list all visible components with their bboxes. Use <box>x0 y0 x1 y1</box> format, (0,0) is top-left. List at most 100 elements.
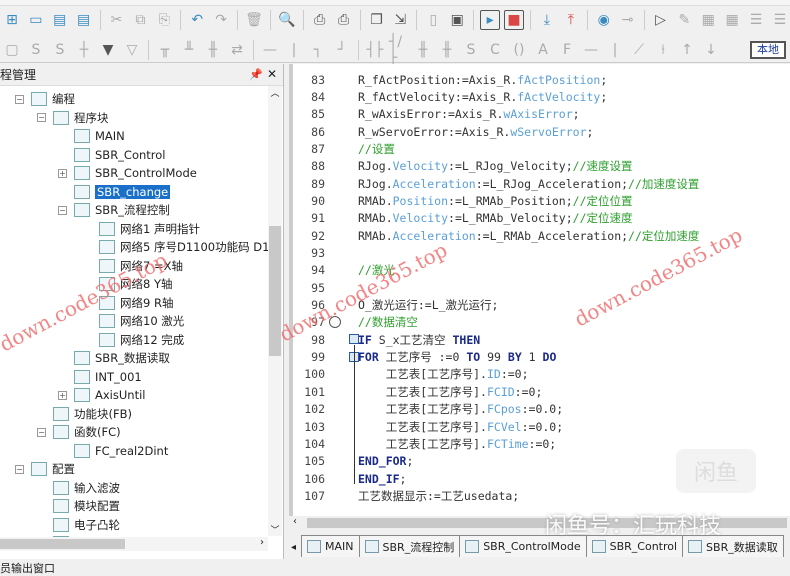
edit-online-icon[interactable]: ▷ <box>651 10 671 30</box>
run-icon[interactable]: ▸ <box>480 10 501 30</box>
tree-horizontal-scrollbar[interactable]: › <box>0 537 268 551</box>
window-icon[interactable]: ❐ <box>367 10 387 30</box>
contact-p-icon[interactable]: ╫ <box>413 40 433 60</box>
tree-item[interactable]: 网络12 完成 <box>99 331 184 349</box>
tree-item[interactable]: SBR_数据读取 <box>74 349 170 367</box>
contact-c-icon[interactable]: C <box>485 40 505 60</box>
align-icon[interactable]: ☰ <box>746 10 766 30</box>
search-icon[interactable]: 🔍 <box>277 10 297 30</box>
tree-item[interactable]: 网络5 序号D1100功能码 D11 <box>99 238 277 256</box>
tree-item[interactable]: FC_real2Dint <box>74 442 168 460</box>
insert-branch-icon[interactable]: ┼ <box>74 40 94 60</box>
branch-icon[interactable]: ╥ <box>155 40 175 60</box>
tree-item[interactable]: − 程序块 <box>37 109 109 127</box>
code-line[interactable]: 97 //数据清空 <box>293 314 418 331</box>
stop-icon[interactable]: ■ <box>504 10 524 30</box>
cut-icon[interactable]: ✂ <box>107 10 127 30</box>
scroll-down-icon[interactable]: ﹀ <box>268 523 282 536</box>
contact-no-icon[interactable]: ┤├ <box>365 40 385 60</box>
breakpoint-marker-icon[interactable] <box>329 315 341 328</box>
pin-icon[interactable]: 📌 <box>249 68 263 81</box>
branch2-icon[interactable]: ╨ <box>179 40 199 60</box>
delete-line-icon[interactable]: ⟋ <box>629 40 649 60</box>
export-window-icon[interactable]: ⇲ <box>390 10 410 30</box>
arrow-down-icon[interactable]: ↓ <box>701 40 721 60</box>
grid2-icon[interactable]: ▦ <box>722 10 742 30</box>
coil-a-icon[interactable]: A <box>533 40 553 60</box>
code-line[interactable]: 92 RMAb.Acceleration:=L_RMAb_Acceleration… <box>293 227 699 244</box>
code-line[interactable]: 100 工艺表[工艺序号].ID:=0; <box>293 366 528 383</box>
code-line[interactable]: 91 RMAb.Velocity:=L_RMAb_Velocity;//定位速度 <box>293 210 632 227</box>
code-line[interactable]: 107 工艺数据显示:=工艺usedata; <box>293 487 519 504</box>
tree-item[interactable]: 网络8 Y轴 <box>99 275 173 293</box>
scroll-right-icon[interactable]: › <box>260 537 264 548</box>
grid-icon[interactable]: ▦ <box>698 10 718 30</box>
contact-nc-icon[interactable]: ┤/├ <box>389 34 409 66</box>
code-line[interactable]: 93 <box>293 245 325 262</box>
scroll-thumb[interactable] <box>269 226 281 356</box>
line-icon[interactable]: — <box>581 40 601 60</box>
tree-item[interactable]: MAIN <box>74 127 125 145</box>
arrow-up-icon[interactable]: ↑ <box>677 40 697 60</box>
tree-item[interactable]: INT_001 <box>74 368 142 386</box>
contact-n-icon[interactable]: ╫ <box>437 40 457 60</box>
code-line[interactable]: 85 R_wAxisError:=Axis_R.wAxisError; <box>293 106 579 123</box>
tree-item[interactable]: − 配置 <box>15 460 75 478</box>
contact-s-icon[interactable]: S <box>461 40 481 60</box>
tree-item[interactable]: SBR_Control <box>74 146 166 164</box>
coil-f-icon[interactable]: F <box>557 40 577 60</box>
collapse-icon[interactable]: − <box>15 94 24 104</box>
tree-item[interactable]: 网络1 声明指针 <box>99 220 200 238</box>
code-line[interactable]: 104 工艺表[工艺序号].FCTime:=0; <box>293 435 556 452</box>
save-all-icon[interactable]: ▤ <box>74 10 94 30</box>
tree-item[interactable]: 电子凸轮 <box>53 516 120 534</box>
tree-item[interactable]: SBR_change <box>74 183 171 201</box>
code-line[interactable]: 86 R_wServoError:=Axis_R.wServoError; <box>293 123 593 140</box>
code-line[interactable]: 83 R_fActPosition:=Axis_R.fActPosition; <box>293 71 607 88</box>
close-icon[interactable]: ✕ <box>267 67 277 81</box>
code-line[interactable]: 101 工艺表[工艺序号].FCID:=0; <box>293 383 542 400</box>
delete-icon[interactable]: 🗑 <box>244 10 264 30</box>
expand-icon[interactable]: + <box>58 390 67 400</box>
set-icon[interactable]: S <box>26 40 46 60</box>
open-folder-icon[interactable]: ▭ <box>26 10 46 30</box>
undo-icon[interactable]: ↶ <box>187 10 207 30</box>
insert-down-outline-icon[interactable]: ▽ <box>122 40 142 60</box>
collapse-icon[interactable]: − <box>37 427 46 437</box>
code-line[interactable]: 96 O_激光运行:=L_激光运行; <box>293 297 498 314</box>
compile-icon[interactable]: ▯ <box>423 10 443 30</box>
scroll-left-icon[interactable]: ‹ <box>293 516 297 527</box>
fold-toggle-icon[interactable] <box>349 334 359 345</box>
tree-item[interactable]: − SBR_流程控制 <box>58 201 170 219</box>
paste-icon[interactable]: ⎘ <box>154 10 174 30</box>
tree-item[interactable]: 网络7 =X轴 <box>99 257 183 275</box>
edit-icon[interactable]: ✎ <box>674 10 694 30</box>
output-window-label[interactable]: 员输出窗口 <box>0 560 55 576</box>
insert-down-icon[interactable]: ▼ <box>98 40 118 60</box>
tree-item[interactable]: 网络9 R轴 <box>99 294 173 312</box>
collapse-icon[interactable]: − <box>15 464 24 474</box>
branch3-icon[interactable]: ╫ <box>203 40 223 60</box>
tree-item[interactable]: 功能块(FB) <box>53 405 132 423</box>
code-line[interactable]: 88 RJog.Velocity:=L_RJog_Velocity;//速度设置 <box>293 158 632 175</box>
code-line[interactable]: 98 IF S_x工艺清空 THEN <box>293 331 480 348</box>
branch4-icon[interactable]: ⇄ <box>227 40 247 60</box>
code-line[interactable]: 105 END_FOR; <box>293 453 413 470</box>
compile-all-icon[interactable]: ▣ <box>447 10 467 30</box>
download-icon[interactable]: ⤓ <box>537 10 557 30</box>
scroll-thumb[interactable] <box>0 539 125 549</box>
tree-item[interactable]: − 函数(FC) <box>37 423 121 441</box>
monitor-icon[interactable]: ◉ <box>594 10 614 30</box>
tab-0[interactable]: MAIN <box>301 535 360 557</box>
vline2-icon[interactable]: | <box>605 40 625 60</box>
local-button[interactable]: 本地 <box>750 41 786 59</box>
align2-icon[interactable]: ☰ <box>770 10 790 30</box>
scroll-up-icon[interactable]: ︿ <box>268 86 282 99</box>
lock-icon[interactable]: ⊸ <box>618 10 638 30</box>
code-line[interactable]: 90 RMAb.Position:=L_RMAb_Position;//定位位置 <box>293 192 632 209</box>
code-line[interactable]: 84 R_fActVelocity:=Axis_R.fActVelocity; <box>293 88 607 105</box>
code-line[interactable]: 89 RJog.Acceleration:=L_RJog_Acceleration… <box>293 175 699 192</box>
copy-icon[interactable]: ⧉ <box>130 10 150 30</box>
collapse-icon[interactable]: − <box>37 113 46 122</box>
tree-item[interactable]: 输入滤波 <box>53 479 120 497</box>
